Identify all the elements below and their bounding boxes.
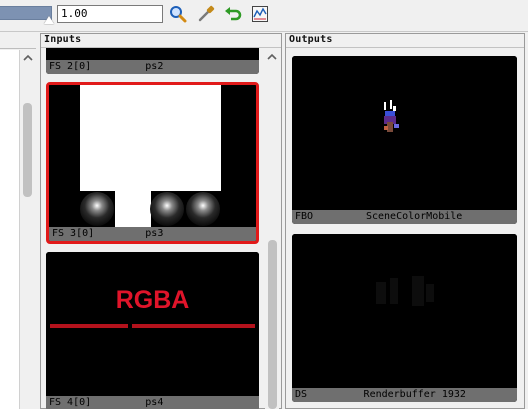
- render-preview-depth: [292, 234, 517, 388]
- left-pane-scroll-thumb[interactable]: [23, 103, 32, 197]
- scroll-up-arrow-icon[interactable]: [23, 54, 33, 62]
- left-pane-scrollbar[interactable]: [20, 50, 36, 409]
- outputs-panel-title: Outputs: [289, 34, 333, 45]
- refresh-icon[interactable]: [223, 4, 243, 24]
- zoom-icon[interactable]: [168, 4, 188, 24]
- left-pane-list[interactable]: [0, 50, 20, 409]
- thumbnail-slot-label: FBO: [295, 211, 314, 222]
- thumbnail-caption: FBO SceneColorMobile: [292, 210, 517, 224]
- range-histogram-icon[interactable]: [250, 4, 270, 24]
- render-preview-ps3: [49, 85, 256, 227]
- thumbnail-caption: DS Renderbuffer 1932: [292, 388, 517, 402]
- rgba-label: RGBA: [115, 286, 190, 314]
- inputs-panel-scrollbar[interactable]: [265, 48, 279, 409]
- thumbnail-name-label: ps2: [145, 61, 164, 72]
- thumbnail-slot-label: FS 4[0]: [49, 397, 92, 408]
- output-thumbnail-renderbuffer-1932[interactable]: DS Renderbuffer 1932: [292, 234, 517, 402]
- output-thumbnail-scenecolormobile[interactable]: FBO SceneColorMobile: [292, 56, 517, 224]
- thumbnail-slot-label: DS: [295, 389, 308, 400]
- range-value-input[interactable]: 1.00: [57, 5, 163, 23]
- inputs-panel-title: Inputs: [44, 34, 82, 45]
- render-preview-scene: [292, 56, 517, 210]
- thumbnail-caption: FS 4[0] ps4: [46, 396, 259, 409]
- left-pane: [0, 33, 36, 409]
- left-pane-header: [0, 33, 36, 49]
- thumbnail-caption: FS 2[0] ps2: [46, 60, 259, 74]
- input-thumbnail-ps2[interactable]: FS 2[0] ps2: [46, 48, 259, 74]
- outputs-panel-divider: [286, 47, 524, 48]
- outputs-panel: Outputs FBO SceneColorMobile DS Renderbu…: [285, 33, 525, 409]
- scroll-up-arrow-icon[interactable]: [265, 52, 279, 62]
- thumbnail-name-label: ps4: [145, 397, 164, 408]
- thumbnail-name-label: Renderbuffer 1932: [363, 389, 466, 400]
- color-picker-icon[interactable]: [196, 4, 216, 24]
- inputs-panel: Inputs FS 2[0] ps2 FS 3[0] ps3 RGBA FS 4…: [40, 33, 282, 409]
- input-thumbnail-ps4[interactable]: RGBA FS 4[0] ps4: [46, 252, 259, 409]
- thumbnail-slot-label: FS 2[0]: [49, 61, 92, 72]
- thumbnail-caption: FS 3[0] ps3: [49, 227, 256, 241]
- thumbnail-name-label: ps3: [145, 228, 164, 239]
- thumbnail-slot-label: FS 3[0]: [52, 228, 95, 239]
- toolbar: 1.00: [0, 0, 528, 32]
- thumbnail-name-label: SceneColorMobile: [365, 211, 463, 222]
- zoom-slider-thumb[interactable]: [44, 16, 54, 24]
- input-thumbnail-ps3[interactable]: FS 3[0] ps3: [46, 82, 259, 244]
- inputs-panel-scroll-thumb[interactable]: [268, 240, 277, 409]
